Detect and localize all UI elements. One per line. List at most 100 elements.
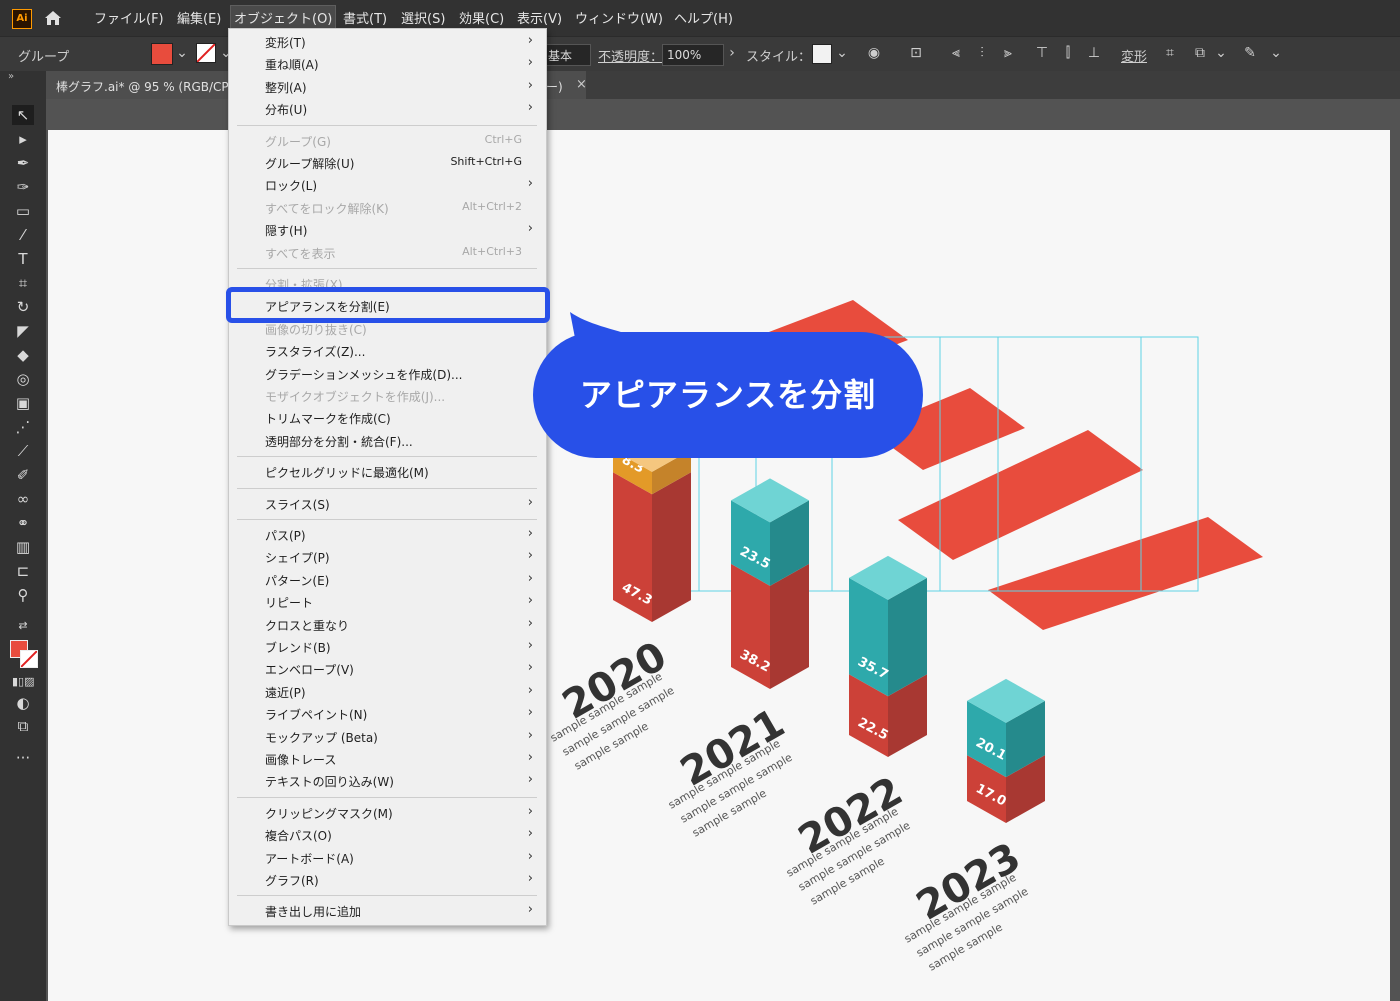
screen-mode-icon[interactable]: ⧉ [12, 716, 34, 736]
menu-type[interactable]: 書式(T) [343, 8, 387, 27]
menu-item-label: シェイプ(P) [265, 551, 330, 566]
menu-window[interactable]: ウィンドウ(W) [575, 8, 663, 27]
close-icon[interactable]: × [576, 77, 587, 92]
submenu-arrow-icon: › [527, 176, 533, 192]
opacity-label[interactable]: 不透明度： [598, 46, 663, 65]
menu-item[interactable]: ロック(L) › [229, 174, 546, 196]
chevron-down-icon[interactable]: ⌄ [1268, 45, 1284, 61]
align-center-icon[interactable]: ⫶ [974, 45, 990, 61]
menu-item-label: グラデーションメッシュを作成(D)... [265, 367, 463, 382]
more-tools-icon[interactable]: ··· [12, 748, 34, 768]
color-mode-icon[interactable]: ▮▯▨ [12, 672, 35, 692]
style-swatch[interactable] [812, 44, 832, 64]
chevron-down-icon[interactable]: ⌄ [1213, 45, 1229, 61]
slice-tool-icon[interactable]: ⊏ [12, 561, 34, 581]
menu-item[interactable]: ラスタライズ(Z)... [229, 340, 546, 362]
menu-item[interactable]: ブレンド(B) › [229, 636, 546, 658]
submenu-arrow-icon: › [527, 826, 533, 842]
chevron-down-icon[interactable]: ⌄ [174, 45, 190, 61]
menu-item[interactable]: 透明部分を分割・統合(F)... [229, 430, 546, 452]
menu-item[interactable]: 整列(A) › [229, 76, 546, 98]
menu-item[interactable]: アートボード(A) › [229, 847, 546, 869]
align-middle-icon[interactable]: ⫿ [1060, 45, 1076, 61]
width-tool-icon[interactable]: ◤ [12, 321, 34, 341]
gradient-tool-icon[interactable]: ▣ [12, 393, 34, 413]
align-top-icon[interactable]: ⊤ [1034, 45, 1050, 61]
menu-item[interactable]: 画像トレース › [229, 748, 546, 770]
menu-item[interactable]: ライブペイント(N) › [229, 703, 546, 725]
artboard-tool-icon[interactable]: ⌗ [12, 273, 34, 293]
menu-item[interactable]: パス(P) › [229, 524, 546, 546]
menu-effect[interactable]: 効果(C) [459, 8, 504, 27]
opacity-input[interactable]: 100% [662, 44, 724, 66]
menu-help[interactable]: ヘルプ(H) [674, 8, 733, 27]
shape-builder-tool-icon[interactable]: ◎ [12, 369, 34, 389]
arrange-icon[interactable]: ⧉ [1192, 45, 1208, 61]
draw-mode-icon[interactable]: ◐ [12, 693, 34, 713]
menu-item[interactable]: クロスと重なり › [229, 614, 546, 636]
menu-item[interactable]: 書き出し用に追加 › [229, 900, 546, 922]
menu-item-label: スライス(S) [265, 497, 330, 512]
menu-item[interactable]: 変形(T) › [229, 31, 546, 53]
stroke-none-swatch[interactable] [196, 43, 216, 63]
menu-item[interactable]: 複合パス(O) › [229, 824, 546, 846]
align-right-icon[interactable]: ⫸ [1000, 45, 1016, 61]
menu-item[interactable]: クリッピングマスク(M) › [229, 802, 546, 824]
menu-item[interactable]: シェイプ(P) › [229, 546, 546, 568]
symbol-sprayer-tool-icon[interactable]: ⚭ [12, 513, 34, 533]
eyedropper-tool-icon[interactable]: ✐ [12, 465, 34, 485]
align-left-icon[interactable]: ⫷ [948, 45, 964, 61]
swap-fill-stroke-icon[interactable]: ⇄ [12, 616, 34, 636]
chevron-down-icon[interactable]: ⌄ [834, 45, 850, 61]
menu-item[interactable]: 重ね順(A) › [229, 53, 546, 75]
menu-item[interactable]: パターン(E) › [229, 569, 546, 591]
eraser-tool-icon[interactable]: ◆ [12, 345, 34, 365]
type-tool-icon[interactable]: T [12, 249, 34, 269]
align-to-icon[interactable]: ⊡ [908, 45, 924, 61]
transform-link[interactable]: 変形 [1121, 46, 1147, 65]
menu-item-label: 複合パス(O) [265, 829, 332, 844]
curvature-tool-icon[interactable]: ✑ [12, 177, 34, 197]
menu-item[interactable]: トリムマークを作成(C) [229, 407, 546, 429]
collapse-panel-icon[interactable]: » [8, 71, 14, 82]
blend-tool-icon[interactable]: ∞ [12, 489, 34, 509]
menu-item[interactable]: エンベロープ(V) › [229, 658, 546, 680]
menu-item[interactable]: グループ解除(U) Shift+Ctrl+G [229, 152, 546, 174]
menu-item[interactable]: スライス(S) › [229, 493, 546, 515]
isolate-icon[interactable]: ⌗ [1162, 45, 1178, 61]
menu-item[interactable]: リピート › [229, 591, 546, 613]
menu-view[interactable]: 表示(V) [517, 8, 562, 27]
stroke-profile-dropdown[interactable]: 基本 [545, 44, 591, 66]
rotate-tool-icon[interactable]: ↻ [12, 297, 34, 317]
menu-item[interactable]: 隠す(H) › [229, 219, 546, 241]
graph-tool-icon[interactable]: ▥ [12, 537, 34, 557]
mesh-tool-icon[interactable]: ⋰ [12, 417, 34, 437]
align-bottom-icon[interactable]: ⊥ [1086, 45, 1102, 61]
live-paint-tool-icon[interactable]: ⟋ [12, 441, 34, 461]
menu-item[interactable]: テキストの回り込み(W) › [229, 770, 546, 792]
rectangle-tool-icon[interactable]: ▭ [12, 201, 34, 221]
menu-item[interactable]: モックアップ (Beta) › [229, 726, 546, 748]
menu-item[interactable]: グラフ(R) › [229, 869, 546, 891]
zoom-tool-icon[interactable]: ⚲ [12, 585, 34, 605]
direct-selection-tool-icon[interactable]: ▸ [12, 129, 34, 149]
menu-item[interactable]: グラデーションメッシュを作成(D)... [229, 363, 546, 385]
menu-edit[interactable]: 編集(E) [177, 8, 221, 27]
menu-item[interactable]: 遠近(P) › [229, 681, 546, 703]
home-icon[interactable] [42, 8, 64, 28]
submenu-arrow-icon: › [527, 615, 533, 631]
recolor-artwork-icon[interactable]: ◉ [866, 45, 882, 61]
stroke-color-box[interactable] [20, 650, 38, 668]
paintbrush-tool-icon[interactable]: ⁄ [12, 225, 34, 245]
puppet-warp-icon[interactable]: ✎ [1242, 45, 1258, 61]
menu-file[interactable]: ファイル(F) [94, 8, 164, 27]
menu-object[interactable]: オブジェクト(O) [229, 5, 337, 30]
selection-tool-icon[interactable]: ↖ [12, 105, 34, 125]
chevron-right-icon[interactable]: › [724, 45, 740, 61]
fill-color-swatch[interactable] [151, 43, 173, 65]
menu-select[interactable]: 選択(S) [401, 8, 445, 27]
menu-item[interactable]: ピクセルグリッドに最適化(M) [229, 461, 546, 483]
menu-item[interactable]: 分布(U) › [229, 98, 546, 120]
submenu-arrow-icon: › [527, 77, 533, 93]
pen-tool-icon[interactable]: ✒ [12, 153, 34, 173]
